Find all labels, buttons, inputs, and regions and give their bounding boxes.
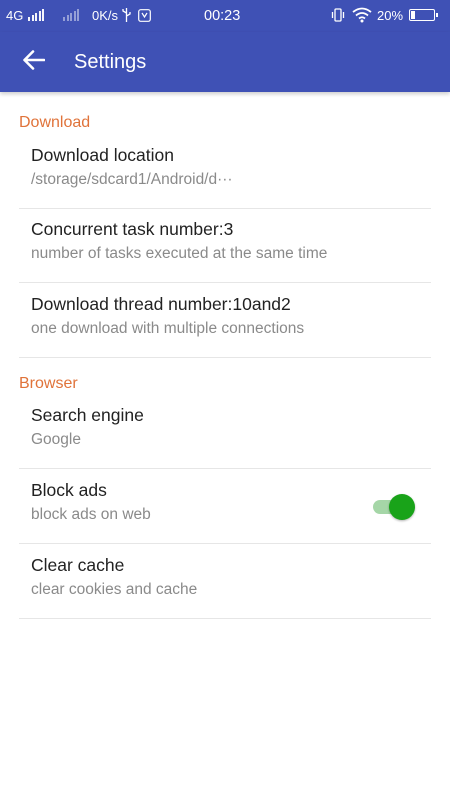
section-header-download: Download [19, 114, 91, 131]
setting-search-engine[interactable]: Search engine Google [19, 395, 431, 469]
setting-download-thread-number[interactable]: Download thread number:10and2 one downlo… [19, 284, 431, 358]
vibrate-icon [330, 7, 346, 27]
app-bar: Settings [0, 32, 450, 92]
block-ads-toggle[interactable] [371, 494, 415, 520]
page-title: Settings [74, 51, 147, 73]
setting-block-ads[interactable]: Block ads block ads on web [19, 470, 431, 544]
setting-summary: number of tasks executed at the same tim… [31, 245, 328, 262]
network-speed: 0K/s [92, 8, 119, 23]
setting-summary: clear cookies and cache [31, 581, 198, 598]
usb-icon [122, 8, 131, 26]
setting-summary: block ads on web [31, 506, 151, 523]
wifi-icon [352, 7, 372, 27]
status-bar: 4G 0K/s 00:23 20% [0, 0, 450, 32]
signal-strength-sim2-icon [63, 9, 79, 21]
setting-title: Clear cache [31, 555, 125, 575]
usb-debug-icon [138, 9, 151, 26]
battery-percent: 20% [377, 8, 404, 23]
setting-title: Search engine [31, 405, 144, 425]
setting-concurrent-task-number[interactable]: Concurrent task number:3 number of tasks… [19, 209, 431, 283]
setting-clear-cache[interactable]: Clear cache clear cookies and cache [19, 545, 431, 619]
arrow-back-icon [23, 49, 46, 75]
setting-summary: Google [31, 431, 81, 448]
setting-title: Block ads [31, 480, 107, 500]
setting-title: Download location [31, 145, 175, 165]
clock: 00:23 [204, 8, 241, 24]
back-button[interactable] [14, 44, 54, 80]
setting-download-location[interactable]: Download location /storage/sdcard1/Andro… [19, 135, 431, 209]
toggle-thumb [389, 494, 415, 520]
setting-summary: one download with multiple connections [31, 320, 305, 337]
signal-strength-icon [28, 9, 44, 21]
setting-title: Concurrent task number:3 [31, 219, 234, 239]
battery-icon [409, 9, 438, 21]
setting-summary: /storage/sdcard1/Android/d··· [31, 171, 233, 188]
settings-screen: 4G 0K/s 00:23 20% Settings Download Down… [0, 0, 450, 800]
setting-title: Download thread number:10and2 [31, 294, 291, 314]
section-header-browser: Browser [19, 375, 78, 392]
network-type: 4G [6, 8, 24, 23]
